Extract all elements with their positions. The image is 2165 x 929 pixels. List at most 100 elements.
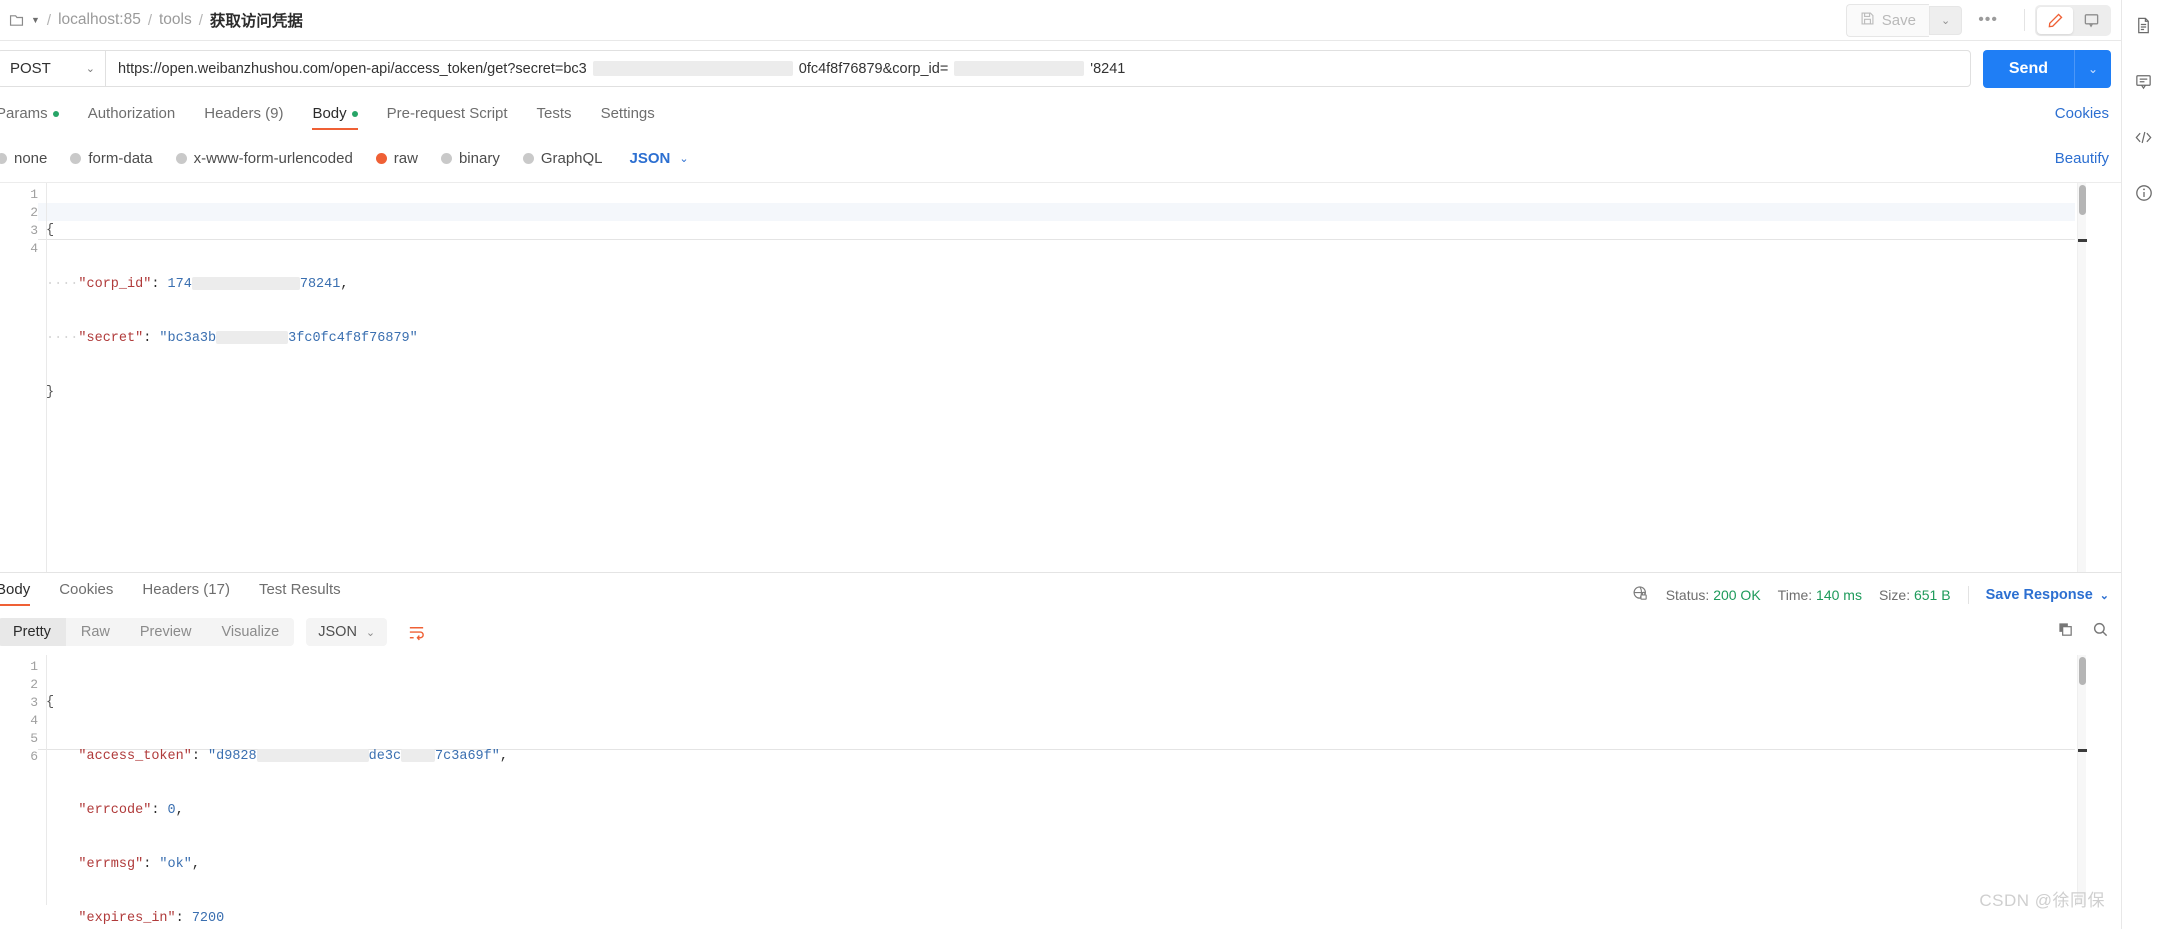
search-icon[interactable] — [2092, 621, 2109, 643]
beautify-link[interactable]: Beautify — [2055, 150, 2121, 167]
code-value: 0 — [167, 803, 176, 818]
cookies-link[interactable]: Cookies — [2055, 105, 2121, 133]
response-tab-headers[interactable]: Headers (17) — [142, 581, 230, 609]
radio-icon — [0, 152, 7, 164]
save-options-button[interactable]: ⌄ — [1928, 5, 1963, 35]
tab-authorization[interactable]: Authorization — [88, 105, 176, 133]
code-comma: , — [499, 749, 508, 764]
indent-dots: ···· — [46, 277, 79, 292]
indent-dots: ···· — [46, 331, 79, 346]
view-raw-button[interactable]: Raw — [66, 618, 125, 646]
view-visualize-button[interactable]: Visualize — [206, 618, 294, 646]
response-status-bar: Status: 200 OK Time: 140 ms Size: 651 B … — [1632, 585, 2121, 605]
more-actions-button[interactable]: ••• — [1962, 5, 2014, 35]
code-value: 3fc0fc4f8f76879" — [288, 331, 418, 346]
response-view-actions — [2057, 621, 2121, 643]
scrollbar-marker — [2078, 239, 2087, 242]
body-type-x-www-form-urlencoded[interactable]: x-www-form-urlencoded — [175, 149, 353, 167]
chevron-down-icon[interactable]: ▼ — [31, 15, 40, 25]
code-comma: , — [340, 277, 349, 292]
tab-label: Test Results — [258, 581, 341, 598]
radio-icon — [522, 152, 534, 164]
radio-icon — [70, 152, 82, 164]
wrap-lines-button[interactable] — [401, 618, 431, 646]
tab-label: Settings — [600, 104, 655, 122]
url-input[interactable]: https://open.weibanzhushou.com/open-api/… — [105, 50, 1971, 87]
body-type-raw[interactable]: raw — [375, 149, 418, 167]
breadcrumb-host[interactable]: localhost:85 — [58, 11, 141, 29]
http-method-select[interactable]: POST ⌄ — [0, 50, 105, 87]
time-label: Time: — [1777, 587, 1813, 603]
tab-settings[interactable]: Settings — [601, 105, 655, 133]
code-key: "access_token" — [78, 749, 192, 764]
code-colon: : — [143, 857, 160, 872]
response-tab-cookies[interactable]: Cookies — [59, 581, 113, 609]
code-key: "errmsg" — [78, 857, 144, 872]
token-redacted-1 — [256, 748, 369, 762]
radio-icon-selected — [375, 152, 387, 164]
copy-icon[interactable] — [2057, 621, 2074, 643]
send-button[interactable]: Send — [1982, 49, 2074, 88]
response-tabs: Body Cookies Headers (17) Test Results S… — [0, 578, 2121, 612]
response-tab-body[interactable]: Body — [0, 581, 31, 609]
view-preview-button[interactable]: Preview — [125, 618, 207, 646]
response-editor-scrollbar[interactable] — [2077, 655, 2087, 905]
code-value: "ok" — [159, 857, 192, 872]
code-value: 7200 — [191, 911, 225, 926]
code-icon[interactable] — [2131, 124, 2157, 150]
document-icon[interactable] — [2131, 12, 2157, 38]
code-line: } — [46, 384, 2071, 402]
response-editor-code[interactable]: { "access_token": "d9828 de3c 7c3a69f", "e… — [46, 655, 2071, 929]
scrollbar-thumb[interactable] — [2079, 657, 2086, 685]
code-line: "access_token": "d9828 de3c 7c3a69f", — [46, 748, 2071, 766]
breadcrumb: ▼ / localhost:85 / tools / 获取访问凭据 — [0, 9, 303, 31]
url-redacted-2 — [954, 61, 1085, 76]
code-colon: : — [175, 911, 192, 926]
tab-label: Headers (9) — [204, 104, 284, 122]
body-type-row: none form-data x-www-form-urlencoded raw… — [0, 140, 2121, 176]
code-colon: : — [191, 749, 209, 764]
comment-mode-button[interactable] — [2073, 7, 2109, 34]
view-pretty-button[interactable]: Pretty — [0, 618, 66, 646]
request-editor-code[interactable]: { ····"corp_id": 174 78241, ····"secret":… — [46, 183, 2071, 438]
tab-headers[interactable]: Headers (9) — [204, 105, 283, 133]
postman-window: ▼ / localhost:85 / tools / 获取访问凭据 Save ⌄… — [0, 0, 2165, 929]
body-type-form-data[interactable]: form-data — [70, 150, 153, 167]
tab-label: Headers (17) — [142, 581, 230, 598]
body-type-label: raw — [393, 149, 418, 167]
send-options-button[interactable]: ⌄ — [2074, 49, 2111, 88]
body-type-binary[interactable]: binary — [440, 150, 500, 167]
body-type-graphql[interactable]: GraphQL — [522, 150, 603, 167]
save-button[interactable]: Save — [1845, 3, 1929, 37]
line-number: 6 — [30, 749, 38, 764]
response-format-value: JSON — [318, 624, 357, 640]
save-response-button[interactable]: Save Response ⌄ — [1986, 587, 2109, 603]
size-label: Size: — [1878, 587, 1911, 603]
response-tab-test-results[interactable]: Test Results — [259, 581, 341, 609]
response-format-select[interactable]: JSON ⌄ — [306, 618, 388, 646]
breadcrumb-sep-3: / — [198, 11, 203, 29]
tab-pre-request-script[interactable]: Pre-request Script — [387, 105, 508, 133]
request-editor-scrollbar[interactable] — [2077, 183, 2087, 573]
comment-icon[interactable] — [2131, 68, 2157, 94]
info-icon[interactable] — [2131, 180, 2157, 206]
body-type-label: x-www-form-urlencoded — [193, 149, 353, 167]
code-line: { — [46, 222, 2071, 240]
tab-params[interactable]: Params — [0, 105, 59, 133]
scrollbar-thumb[interactable] — [2079, 185, 2086, 215]
watermark: CSDN @徐同保 — [1979, 891, 2105, 910]
edit-mode-button[interactable] — [2037, 6, 2073, 34]
tab-tests[interactable]: Tests — [537, 105, 572, 133]
code-comma: , — [191, 857, 200, 872]
line-number: 4 — [30, 713, 38, 728]
http-method-value: POST — [10, 60, 51, 77]
request-format-select[interactable]: JSON ⌄ — [630, 150, 689, 167]
request-body-editor[interactable]: 1 2 3 4 { ····"corp_id": 174 78241, ····"… — [0, 182, 2121, 573]
code-colon: : — [151, 803, 168, 818]
tab-body[interactable]: Body — [312, 105, 358, 133]
body-type-none[interactable]: none — [0, 150, 47, 167]
time-value: 140 ms — [1816, 587, 1862, 603]
breadcrumb-collection[interactable]: tools — [159, 11, 192, 29]
response-body-editor[interactable]: 1 2 3 4 5 6 { "access_token": "d9828 de3c… — [0, 655, 2121, 926]
